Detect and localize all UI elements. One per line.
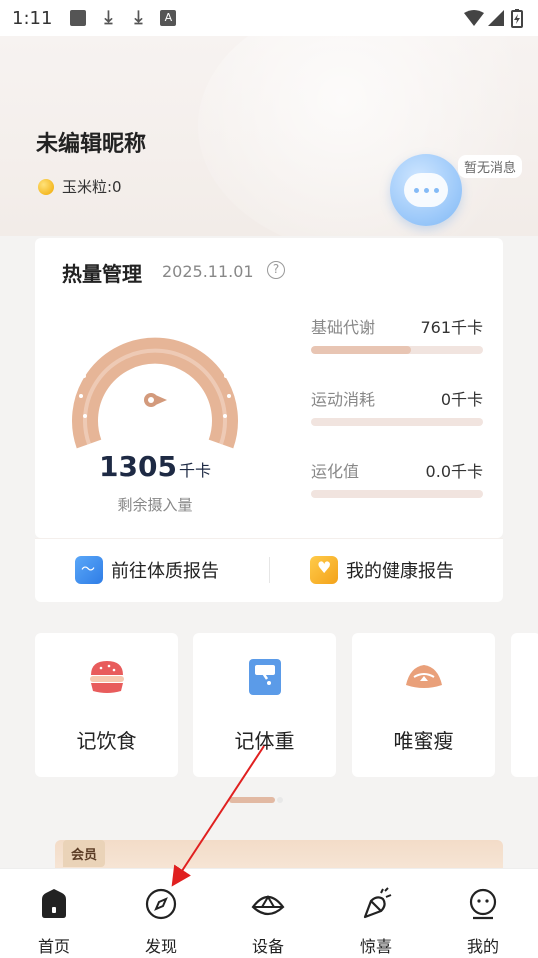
health-report-button[interactable]: 我的健康报告 [310, 556, 454, 584]
coin-balance[interactable]: 玉米粒:0 [38, 176, 122, 197]
tile-label: 记体重 [234, 729, 295, 753]
tile-overflow[interactable] [511, 633, 538, 777]
tab-bar: 首页 发现 设备 惊喜 我的 [0, 868, 538, 958]
remaining-calories-value: 1305 [99, 450, 177, 483]
party-icon [363, 887, 392, 919]
device-icon [251, 895, 285, 916]
food-icon [89, 661, 124, 693]
tile-label: 唯蜜瘦 [393, 729, 454, 753]
report-row: 前往体质报告 我的健康报告 [35, 538, 503, 602]
tab-profile[interactable]: 我的 [443, 887, 523, 957]
scale-icon [248, 659, 281, 695]
calorie-card[interactable]: 热量管理 2025.11.01 ? 1305 千卡 剩余摄入量 基础代谢 761千… [35, 238, 503, 538]
metric-label: 运动消耗 [311, 390, 376, 409]
calorie-gauge [72, 326, 238, 449]
tab-label: 我的 [466, 937, 499, 956]
health-report-label: 我的健康报告 [346, 561, 454, 582]
member-tag: 会员 [63, 840, 106, 867]
metric-label: 基础代谢 [311, 318, 376, 337]
card-date: 2025.11.01 [162, 262, 254, 281]
tab-device[interactable]: 设备 [228, 887, 308, 957]
body-report-button[interactable]: 前往体质报告 [75, 556, 219, 584]
profile-header: 未编辑昵称 玉米粒:0 暂无消息 [0, 36, 538, 236]
body-report-icon [75, 556, 103, 584]
header-decoration [198, 36, 538, 236]
tile-label: 记饮食 [76, 729, 137, 753]
divider [269, 557, 270, 583]
tab-label: 首页 [37, 937, 70, 956]
status-indicators [462, 8, 526, 28]
tab-home[interactable]: 首页 [14, 887, 94, 957]
tab-label: 惊喜 [359, 937, 392, 956]
metric-label: 运化值 [311, 462, 360, 481]
signal-battery-icon [464, 9, 523, 28]
metric-metabolism: 运化值 0.0千卡 [311, 458, 483, 498]
home-icon [42, 889, 66, 918]
carousel-pager [229, 797, 283, 803]
face-icon [469, 888, 497, 920]
metric-value: 761千卡 [420, 318, 483, 337]
tab-surprise[interactable]: 惊喜 [336, 887, 416, 957]
remaining-calories-label: 剩余摄入量 [117, 496, 193, 514]
gauge-needle-icon [144, 393, 167, 407]
card-title: 热量管理 [62, 262, 142, 286]
tile-food-log[interactable]: 记饮食 [35, 633, 178, 777]
tab-discover[interactable]: 发现 [121, 887, 201, 957]
tab-label: 设备 [251, 937, 284, 956]
metric-value: 0.0千卡 [425, 462, 483, 481]
image-notification-icon [70, 10, 87, 26]
remaining-calories-unit: 千卡 [178, 461, 211, 480]
metric-bar [311, 490, 483, 498]
metric-bar [311, 346, 483, 354]
tab-label: 发现 [144, 937, 177, 956]
status-time: 1:11 [12, 7, 53, 29]
coin-balance-label: 玉米粒:0 [62, 178, 122, 196]
bread-icon [405, 665, 442, 688]
a-notification-icon: A [160, 10, 177, 26]
metric-exercise: 运动消耗 0千卡 [311, 386, 483, 426]
chat-bubble-icon [404, 173, 448, 207]
health-report-icon [310, 556, 338, 584]
coin-icon [38, 178, 54, 195]
pager-inactive [277, 797, 283, 803]
metric-bar [311, 418, 483, 426]
nickname[interactable]: 未编辑昵称 [36, 126, 146, 158]
tile-product[interactable]: 唯蜜瘦 [352, 633, 495, 777]
metric-value: 0千卡 [440, 390, 483, 409]
message-status-tag: 暂无消息 [458, 155, 523, 178]
message-button[interactable] [390, 154, 462, 226]
download-icon-2: ⤓ [134, 7, 143, 28]
tile-weight-log[interactable]: 记体重 [193, 633, 336, 777]
pager-active [229, 797, 275, 803]
compass-icon [145, 888, 177, 920]
body-report-label: 前往体质报告 [111, 561, 219, 582]
status-bar: 1:11 ⤓ ⤓ A [0, 0, 538, 36]
help-icon[interactable]: ? [267, 261, 285, 279]
remaining-calories: 1305 千卡 [35, 450, 275, 483]
download-icon: ⤓ [104, 7, 113, 28]
metric-bmr: 基础代谢 761千卡 [311, 314, 483, 354]
